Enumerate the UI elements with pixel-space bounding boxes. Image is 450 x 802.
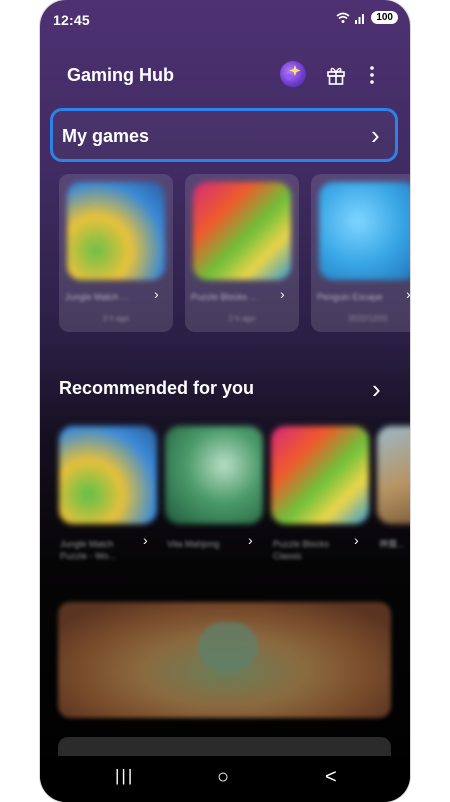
game-name: Puzzle Blocks ... — [191, 292, 258, 302]
my-game-card[interactable]: Penguin Escape › 2022/12/01 — [311, 174, 410, 332]
last-played: 3 h ago — [102, 314, 130, 323]
status-icons: 100 — [336, 11, 398, 24]
status-time: 12:45 — [53, 12, 90, 28]
featured-banner[interactable] — [58, 602, 391, 718]
game-name: Penguin Escape — [317, 292, 383, 302]
recommended-thumbnail[interactable] — [59, 426, 157, 524]
chevron-right-icon: › — [371, 120, 380, 150]
sparkle-icon — [286, 65, 301, 80]
recommended-thumbnail[interactable] — [377, 426, 410, 524]
gift-icon[interactable] — [325, 64, 347, 86]
last-played: 2 h ago — [228, 314, 256, 323]
recommended-name[interactable]: Vita Mahjong — [167, 538, 247, 550]
recommended-more-button[interactable]: › — [372, 376, 381, 402]
game-name: Jungle Match ... — [65, 292, 129, 302]
profile-avatar[interactable] — [280, 61, 306, 87]
chevron-right-icon: › — [280, 286, 285, 302]
chevron-right-icon: › — [154, 286, 159, 302]
app-bar: Gaming Hub — [40, 56, 410, 96]
my-games-title: My games — [62, 126, 150, 146]
phone-screen: 12:45 100 Gaming Hub My games › Jungle M… — [40, 0, 410, 802]
recommended-name[interactable]: 神魔... — [379, 538, 409, 550]
chevron-right-icon: › — [354, 532, 359, 548]
status-bar: 12:45 100 — [40, 0, 410, 40]
my-game-card[interactable]: Jungle Match ... › 3 h ago — [59, 174, 173, 332]
recommended-thumbnail[interactable] — [271, 426, 369, 524]
recommended-thumbnail[interactable] — [165, 426, 263, 524]
chevron-right-icon: › — [248, 532, 253, 548]
section-title-recommended: Recommended for you — [59, 378, 255, 398]
recommended-name[interactable]: Jungle Match Puzzle - Wo... — [60, 538, 140, 562]
battery-badge: 100 — [371, 11, 398, 24]
my-games-header[interactable]: My games › — [50, 108, 398, 162]
app-title: Gaming Hub — [67, 65, 174, 85]
last-played: 2022/12/01 — [347, 314, 389, 323]
my-game-card[interactable]: Puzzle Blocks ... › 2 h ago — [185, 174, 299, 332]
recents-button[interactable]: ||| — [115, 766, 134, 786]
wifi-icon — [336, 12, 350, 23]
signal-icon — [355, 13, 365, 24]
chevron-right-icon: › — [406, 286, 410, 302]
game-thumbnail — [67, 182, 165, 280]
recommended-name[interactable]: Puzzle Blocks Classic — [273, 538, 353, 562]
game-thumbnail — [193, 182, 291, 280]
back-button[interactable]: < — [325, 766, 337, 789]
home-button[interactable]: ○ — [217, 766, 229, 789]
navigation-bar: ||| ○ < — [40, 756, 410, 802]
banner-artwork — [198, 622, 258, 672]
chevron-right-icon: › — [143, 532, 148, 548]
game-thumbnail — [319, 182, 410, 280]
more-options-icon[interactable] — [366, 62, 378, 88]
